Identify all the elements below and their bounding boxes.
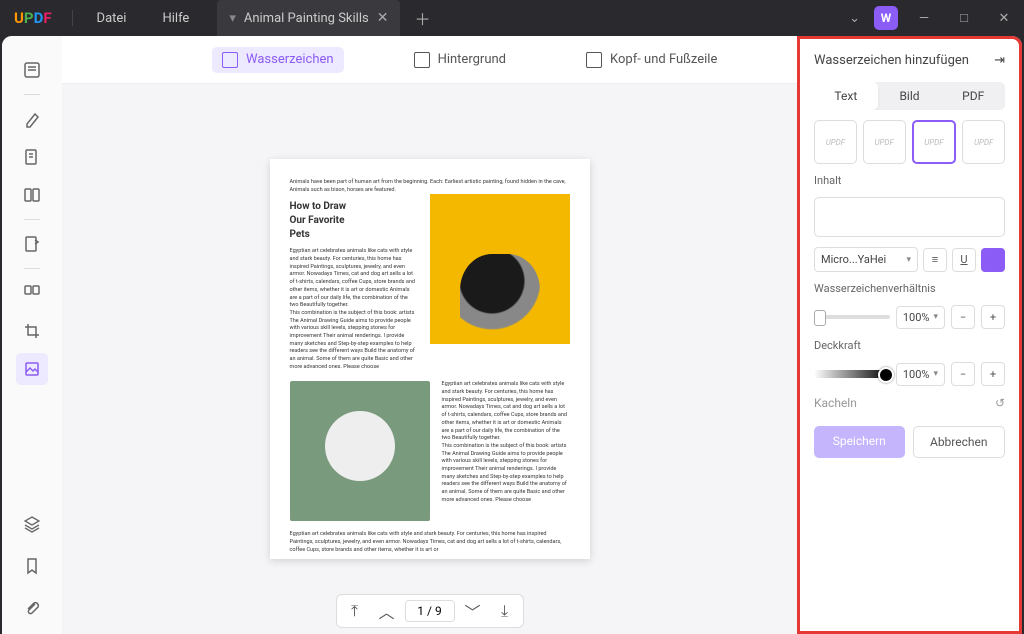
doc-body4: This combination is the subject of this …: [442, 443, 570, 505]
background-icon: [414, 52, 430, 68]
preset-1[interactable]: UPDF: [814, 120, 857, 164]
mode-topbar: Wasserzeichen Hintergrund Kopf- und Fußz…: [62, 36, 797, 84]
page-input[interactable]: 1 / 9: [405, 600, 455, 622]
doc-body5: Egyptian art celebrates animals like cat…: [290, 531, 570, 554]
last-page-button[interactable]: ⤓: [491, 599, 519, 623]
watermark-panel: Wasserzeichen hinzufügen ⇥ Text Bild PDF…: [797, 36, 1022, 634]
align-button[interactable]: ≡: [923, 248, 947, 272]
reset-icon[interactable]: ↺: [995, 396, 1005, 410]
page-preview: Animals have been part of human art from…: [270, 159, 590, 559]
watermark-presets: UPDF UPDF UPDF UPDF: [814, 120, 1005, 164]
content-label: Inhalt: [814, 174, 1005, 187]
tool-attachment-icon[interactable]: [16, 592, 48, 624]
seg-image[interactable]: Bild: [878, 82, 942, 110]
tool-form-icon[interactable]: [16, 228, 48, 260]
doc-body3: Egyptian art celebrates animals like cat…: [442, 381, 570, 443]
add-tab-button[interactable]: ＋: [414, 6, 430, 30]
user-badge[interactable]: W: [874, 6, 898, 30]
underline-button[interactable]: U: [952, 248, 976, 272]
tool-crop-icon[interactable]: [16, 315, 48, 347]
preset-4[interactable]: UPDF: [962, 120, 1005, 164]
document-tab[interactable]: ▾ Animal Painting Skills ✕: [217, 0, 400, 36]
opacity-value[interactable]: 100%▾: [896, 363, 945, 386]
menu-file[interactable]: Datei: [79, 11, 145, 26]
ratio-label: Wasserzeichenverhältnis: [814, 282, 1005, 295]
cancel-button[interactable]: Abbrechen: [913, 426, 1006, 458]
next-page-button[interactable]: ﹀: [459, 599, 487, 623]
first-page-button[interactable]: ⤒: [341, 599, 369, 623]
save-button[interactable]: Speichern: [814, 426, 905, 458]
mode-headerfooter[interactable]: Kopf- und Fußzeile: [576, 47, 727, 73]
tab-indicator-icon: ▾: [229, 11, 236, 26]
preset-3[interactable]: UPDF: [912, 120, 957, 164]
tool-reader-icon[interactable]: [16, 54, 48, 86]
doc-intro: Animals have been part of human art from…: [290, 179, 570, 194]
doc-body: Egyptian art celebrates animals like cat…: [290, 248, 418, 310]
app-logo: UPDF: [0, 9, 66, 27]
ratio-minus-button[interactable]: −: [951, 305, 975, 329]
titlebar: UPDF Datei Hilfe ▾ Animal Painting Skill…: [0, 0, 1024, 36]
opacity-plus-button[interactable]: +: [981, 362, 1005, 386]
tool-bookmark-icon[interactable]: [16, 550, 48, 582]
left-toolbar: [2, 36, 62, 634]
tile-label: Kacheln: [814, 396, 857, 410]
minimize-button[interactable]: —: [904, 11, 944, 26]
chevron-down-icon[interactable]: ⌄: [841, 11, 868, 26]
color-button[interactable]: [981, 248, 1005, 272]
seg-pdf[interactable]: PDF: [941, 82, 1005, 110]
doc-image-pug: [430, 194, 570, 344]
headerfooter-icon: [586, 52, 602, 68]
watermark-type-segment: Text Bild PDF: [814, 82, 1005, 110]
opacity-slider[interactable]: [814, 370, 890, 378]
tool-watermark-icon[interactable]: [16, 353, 48, 385]
tool-pages-icon[interactable]: [16, 179, 48, 211]
mode-watermark[interactable]: Wasserzeichen: [212, 47, 344, 73]
opacity-minus-button[interactable]: −: [951, 362, 975, 386]
tool-organize-icon[interactable]: [16, 277, 48, 309]
document-area: Animals have been part of human art from…: [62, 84, 797, 634]
font-select[interactable]: Micro...YaHei▾: [814, 247, 918, 272]
expand-icon[interactable]: ⇥: [994, 53, 1005, 68]
tool-edit-icon[interactable]: [16, 141, 48, 173]
seg-text[interactable]: Text: [814, 82, 878, 110]
panel-title: Wasserzeichen hinzufügen: [814, 53, 969, 68]
close-icon[interactable]: ✕: [377, 10, 389, 26]
pager: ⤒ ︿ 1 / 9 ﹀ ⤓: [336, 594, 524, 628]
opacity-label: Deckkraft: [814, 339, 1005, 352]
preset-2[interactable]: UPDF: [863, 120, 906, 164]
ratio-plus-button[interactable]: +: [981, 305, 1005, 329]
ratio-value[interactable]: 100%▾: [896, 306, 945, 329]
mode-background[interactable]: Hintergrund: [404, 47, 516, 73]
maximize-button[interactable]: □: [944, 10, 984, 26]
tool-layers-icon[interactable]: [16, 508, 48, 540]
content-input[interactable]: [814, 197, 1005, 237]
doc-body2: This combination is the subject of this …: [290, 310, 418, 372]
doc-heading: How to Draw Our Favorite Pets: [290, 200, 348, 242]
menu-help[interactable]: Hilfe: [144, 11, 207, 26]
close-button[interactable]: ✕: [984, 11, 1024, 26]
tab-title: Animal Painting Skills: [244, 11, 369, 26]
tool-highlight-icon[interactable]: [16, 103, 48, 135]
prev-page-button[interactable]: ︿: [373, 599, 401, 623]
doc-image-embroidery: [290, 381, 430, 521]
ratio-slider[interactable]: [814, 315, 890, 319]
watermark-icon: [222, 52, 238, 68]
